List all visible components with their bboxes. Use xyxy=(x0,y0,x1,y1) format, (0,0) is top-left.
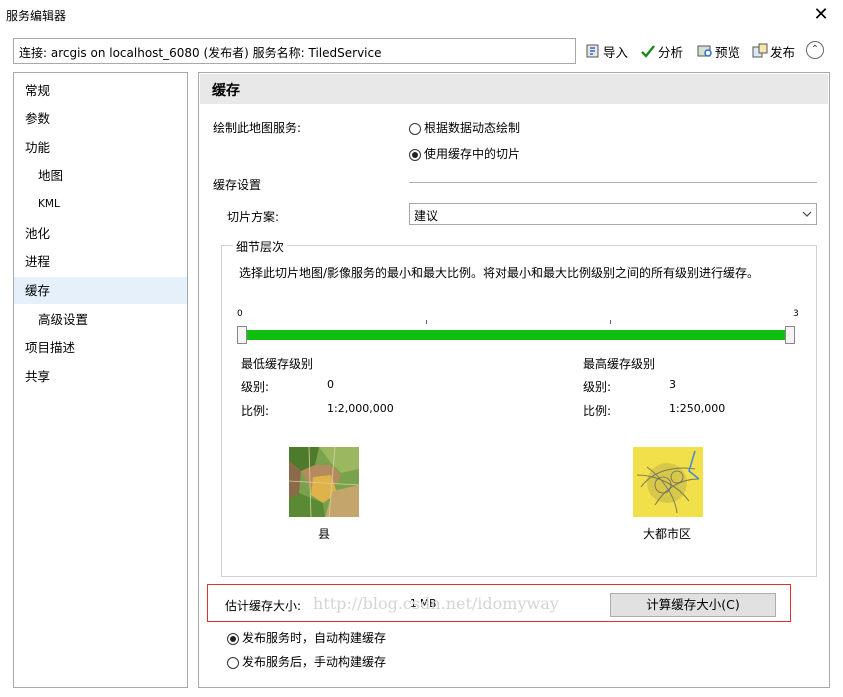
county-map-thumbnail xyxy=(289,447,359,517)
lod-group xyxy=(221,245,817,577)
import-label: 导入 xyxy=(603,44,629,60)
preview-label: 预览 xyxy=(715,44,741,60)
estimate-label: 估计缓存大小: xyxy=(225,599,302,613)
window-title: 服务编辑器 xyxy=(6,9,67,23)
radio-dynamic[interactable]: 根据数据动态绘制 xyxy=(409,119,520,136)
lod-title: 细节层次 xyxy=(233,238,288,255)
preview-button[interactable]: 预览 xyxy=(697,40,740,62)
sidebar-item-caching[interactable]: 缓存 xyxy=(14,277,187,304)
max-level-label: 级别: xyxy=(583,380,612,394)
sidebar-item-sharing[interactable]: 共享 xyxy=(14,363,198,390)
draw-service-label: 绘制此地图服务: xyxy=(213,121,302,135)
tiling-scheme-dropdown[interactable]: 建议 xyxy=(409,203,817,225)
cache-settings-label: 缓存设置 xyxy=(213,178,262,192)
radio-build-auto[interactable]: 发布服务时，自动构建缓存 xyxy=(227,629,386,646)
import-icon xyxy=(586,44,599,58)
analyze-button[interactable]: 分析 xyxy=(640,40,683,62)
slider-max-handle[interactable] xyxy=(785,326,795,344)
title-bar: 服务编辑器 ✕ xyxy=(0,0,843,30)
slider-max-label: 3 xyxy=(793,309,799,319)
publish-label: 发布 xyxy=(770,44,796,60)
sidebar-item-capabilities[interactable]: 功能 xyxy=(14,134,198,161)
min-level-title: 最低缓存级别 xyxy=(241,357,314,371)
preview-icon xyxy=(697,45,712,57)
max-level-value: 3 xyxy=(669,378,676,391)
max-map-caption: 大都市区 xyxy=(643,527,692,541)
sidebar-item-pooling[interactable]: 池化 xyxy=(14,220,198,247)
connection-text: 连接: arcgis on localhost_6080 (发布者) 服务名称:… xyxy=(19,46,382,60)
radio-button xyxy=(227,656,239,669)
radio-dynamic-label: 根据数据动态绘制 xyxy=(424,121,521,135)
min-level-label: 级别: xyxy=(241,380,270,394)
slider-min-handle[interactable] xyxy=(237,326,247,344)
slider-min-label: 0 xyxy=(237,309,243,319)
sidebar-item-processes[interactable]: 进程 xyxy=(14,248,198,275)
lod-description: 选择此切片地图/影像服务的最小和最大比例。将对最小和最大比例级别之间的所有级别进… xyxy=(239,266,760,280)
tiling-scheme-value: 建议 xyxy=(414,209,439,223)
divider xyxy=(409,182,817,183)
panel-header: 缓存 xyxy=(200,74,828,104)
radio-cached-tiles-label: 使用缓存中的切片 xyxy=(424,147,521,161)
analyze-label: 分析 xyxy=(658,44,684,60)
close-button[interactable]: ✕ xyxy=(809,3,833,27)
max-scale-label: 比例: xyxy=(583,404,612,418)
panel-title: 缓存 xyxy=(212,83,240,99)
radio-cached-tiles[interactable]: 使用缓存中的切片 xyxy=(409,145,520,162)
slider-tick xyxy=(426,320,427,324)
metro-map-thumbnail xyxy=(633,447,703,517)
sidebar-item-item-description[interactable]: 项目描述 xyxy=(14,334,198,361)
watermark: http://blog.csdn.net/idomyway xyxy=(313,594,559,613)
sidebar-item-general[interactable]: 常规 xyxy=(14,77,198,104)
radio-button-selected xyxy=(227,632,239,645)
min-map-caption: 县 xyxy=(318,527,331,541)
min-scale-value: 1:2,000,000 xyxy=(327,402,394,415)
scale-range-slider[interactable] xyxy=(238,330,794,340)
slider-tick xyxy=(610,320,611,324)
max-level-title: 最高缓存级别 xyxy=(583,357,656,371)
publish-icon xyxy=(752,43,768,58)
min-scale-label: 比例: xyxy=(241,404,270,418)
radio-button xyxy=(409,122,421,135)
collapse-button[interactable]: ⌃ xyxy=(806,41,824,59)
publish-button[interactable]: 发布 xyxy=(752,40,795,62)
checkmark-icon xyxy=(641,45,655,58)
sidebar-item-parameters[interactable]: 参数 xyxy=(14,105,198,132)
radio-build-manual[interactable]: 发布服务后，手动构建缓存 xyxy=(227,653,386,670)
min-level-value: 0 xyxy=(327,378,334,391)
sidebar-item-map[interactable]: 地图 xyxy=(14,162,211,189)
sidebar: 常规 参数 功能 地图 KML 池化 进程 缓存 高级设置 项目描述 共享 xyxy=(13,72,188,688)
radio-build-auto-label: 发布服务时，自动构建缓存 xyxy=(242,631,387,645)
radio-button-selected xyxy=(409,148,421,161)
sidebar-item-advanced-settings[interactable]: 高级设置 xyxy=(14,306,211,333)
calculate-cache-size-button[interactable]: 计算缓存大小(C) xyxy=(610,593,776,617)
chevron-down-icon xyxy=(802,211,812,217)
max-scale-value: 1:250,000 xyxy=(669,402,726,415)
connection-field: 连接: arcgis on localhost_6080 (发布者) 服务名称:… xyxy=(13,38,576,64)
radio-build-manual-label: 发布服务后，手动构建缓存 xyxy=(242,655,387,669)
sidebar-item-kml[interactable]: KML xyxy=(14,191,211,218)
tiling-scheme-label: 切片方案: xyxy=(227,210,280,224)
import-button[interactable]: 导入 xyxy=(585,40,628,62)
